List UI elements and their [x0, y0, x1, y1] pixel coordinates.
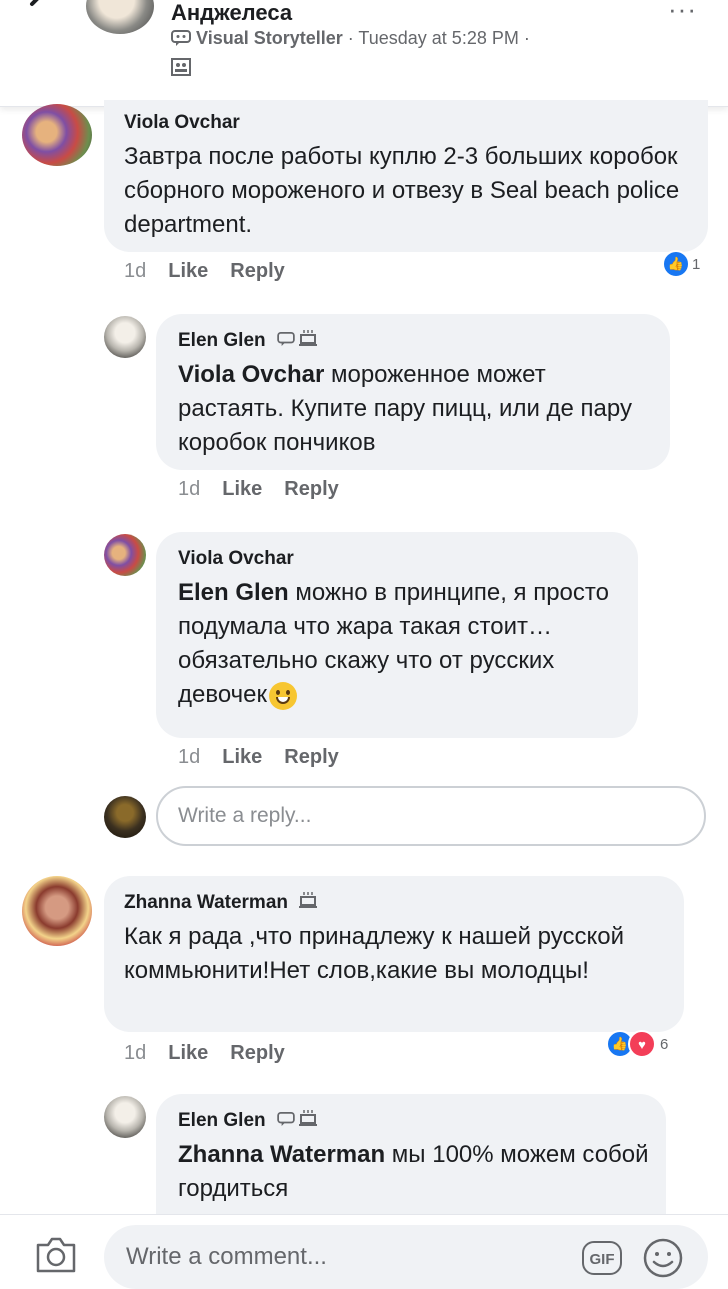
comment-actions: 1d Like Reply — [124, 260, 307, 283]
coffee-cup-icon — [299, 892, 318, 908]
visual-storyteller-icon — [277, 332, 295, 346]
comment-composer-bar: Write a comment... GIF — [0, 1214, 728, 1289]
comment-text: Elen Glen можно в принципе, я просто под… — [178, 576, 628, 712]
gif-icon[interactable]: GIF — [582, 1241, 622, 1275]
visual-storyteller-icon — [277, 1112, 295, 1126]
comment-text: Zhanna Waterman мы 100% можем собой горд… — [178, 1138, 658, 1206]
comment-actions: 1d Like Reply — [178, 478, 361, 501]
comment-author[interactable]: Viola Ovchar — [178, 548, 294, 570]
reply-button[interactable]: Reply — [230, 260, 284, 282]
camera-icon[interactable] — [34, 1237, 78, 1273]
emoji-picker-icon[interactable] — [642, 1237, 684, 1279]
like-button[interactable]: Like — [168, 1042, 208, 1064]
comment-actions: 1d Like Reply — [124, 1042, 307, 1065]
avatar[interactable] — [104, 316, 146, 358]
comment-text: Завтра после работы куплю 2-3 больших ко… — [124, 143, 680, 238]
comment-author[interactable]: Zhanna Waterman — [124, 892, 318, 914]
comment-text: Как я рада ,что принадлежу к нашей русск… — [124, 923, 624, 984]
reply-button[interactable]: Reply — [284, 478, 338, 500]
reaction-summary[interactable]: 👍 1 — [662, 250, 700, 278]
badge-icons — [299, 892, 318, 912]
reply-button[interactable]: Reply — [284, 746, 338, 768]
comment-input-placeholder: Write a comment... — [126, 1243, 327, 1270]
badge-icons — [277, 330, 318, 350]
like-reaction-icon: 👍 — [662, 250, 690, 278]
love-reaction-icon: ♥ — [628, 1030, 656, 1058]
more-options-icon[interactable]: ··· — [668, 0, 697, 25]
storyteller-badge: Visual Storyteller — [196, 28, 343, 48]
group-audience-icon — [171, 58, 191, 76]
comment-time: 1d — [124, 1042, 147, 1064]
like-button[interactable]: Like — [168, 260, 208, 282]
comment-author[interactable]: Elen Glen — [178, 1110, 318, 1132]
avatar[interactable] — [104, 1096, 146, 1138]
current-user-avatar — [104, 796, 146, 838]
avatar[interactable] — [22, 104, 92, 166]
comment-author-name[interactable]: Elen Glen — [178, 330, 266, 351]
back-arrow-icon[interactable] — [20, 0, 60, 26]
comment-author[interactable]: Elen Glen — [178, 330, 318, 352]
reply-button[interactable]: Reply — [230, 1042, 284, 1064]
grinning-face-emoji-icon — [269, 681, 298, 710]
comment-author-name[interactable]: Elen Glen — [178, 1110, 266, 1131]
comment-text: Viola Ovchar мороженное может растаять. … — [178, 358, 658, 460]
comment-author-name[interactable]: Zhanna Waterman — [124, 892, 288, 913]
comment-time: 1d — [178, 746, 201, 768]
comment-input[interactable]: Write a comment... GIF — [104, 1225, 708, 1289]
badge-icons — [277, 1110, 318, 1130]
reply-input[interactable]: Write a reply... — [156, 786, 706, 846]
like-button[interactable]: Like — [222, 746, 262, 768]
like-button[interactable]: Like — [222, 478, 262, 500]
post-header: Анджелеса Visual Storyteller · Tuesday a… — [0, 0, 728, 107]
post-author-name[interactable]: Анджелеса — [171, 0, 292, 26]
mention-link[interactable]: Zhanna Waterman — [178, 1141, 385, 1168]
post-timestamp[interactable]: · Tuesday at 5:28 PM · — [343, 28, 530, 48]
comment-time: 1d — [178, 478, 201, 500]
comment-time: 1d — [124, 260, 147, 282]
coffee-cup-icon — [299, 1110, 318, 1126]
reaction-summary[interactable]: 👍 ♥ 6 — [606, 1030, 668, 1058]
avatar[interactable] — [104, 534, 146, 576]
comment-actions: 1d Like Reply — [178, 746, 361, 769]
reaction-count: 1 — [692, 255, 701, 273]
visual-storyteller-icon — [171, 30, 191, 46]
comment-author[interactable]: Viola Ovchar — [124, 112, 240, 134]
coffee-cup-icon — [299, 330, 318, 346]
reaction-count: 6 — [660, 1035, 669, 1053]
author-avatar[interactable] — [86, 0, 154, 34]
post-meta: Visual Storyteller · Tuesday at 5:28 PM … — [171, 28, 530, 49]
mention-link[interactable]: Viola Ovchar — [178, 361, 324, 388]
mention-link[interactable]: Elen Glen — [178, 579, 289, 606]
avatar[interactable] — [22, 876, 92, 946]
